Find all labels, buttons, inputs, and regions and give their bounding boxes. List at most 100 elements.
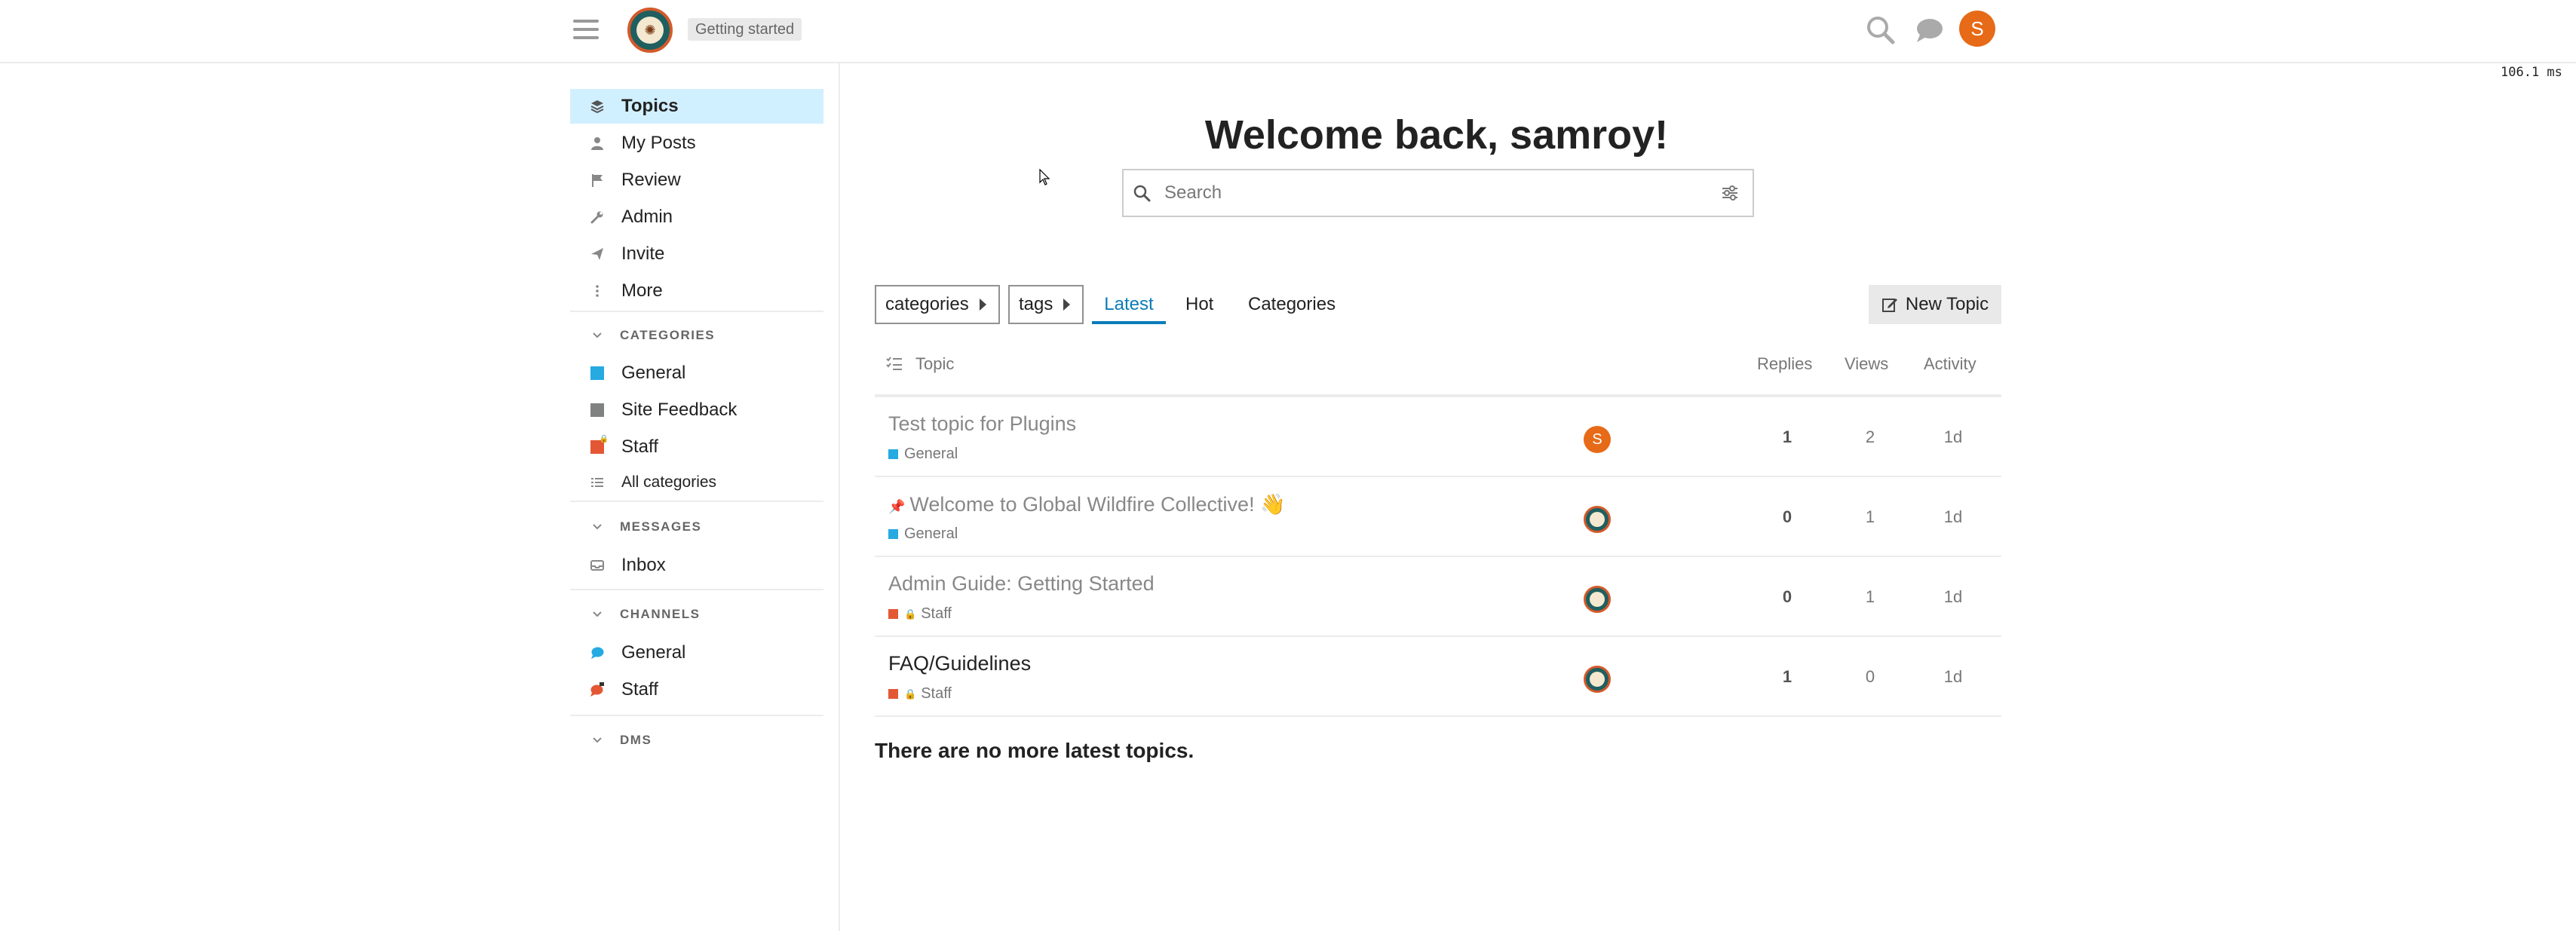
sidebar-item-label: All categories xyxy=(621,473,717,491)
topic-views-count: 1 xyxy=(1865,507,1875,526)
search-input[interactable] xyxy=(1164,182,1719,204)
tab-categories[interactable]: Categories xyxy=(1248,286,1336,324)
caret-right-icon xyxy=(979,299,986,311)
sidebar-item-my-posts[interactable]: My Posts xyxy=(570,126,823,161)
sidebar-divider xyxy=(570,311,823,312)
poster-avatar[interactable] xyxy=(1584,586,1611,613)
sidebar-item-invite[interactable]: Invite xyxy=(570,237,823,271)
sidebar-item-channel-general[interactable]: General xyxy=(570,635,823,670)
sidebar-item-admin[interactable]: Admin xyxy=(570,200,823,234)
topic-activity-time[interactable]: 1d xyxy=(1938,427,1968,447)
topic-views-count: 2 xyxy=(1865,427,1875,446)
topic-title-text: Welcome to Global Wildfire Collective! 👋 xyxy=(909,493,1286,516)
sidebar-item-category-site-feedback[interactable]: Site Feedback xyxy=(570,393,823,427)
chat-bubble-locked-icon xyxy=(590,682,605,697)
category-square-icon xyxy=(888,689,898,699)
logo-emblem xyxy=(1590,592,1605,607)
column-header-topic: Topic xyxy=(915,354,955,373)
messages-section-header[interactable]: MESSAGES xyxy=(570,513,823,541)
chat-bubble-icon xyxy=(590,645,605,660)
bulk-select-icon[interactable] xyxy=(885,354,903,377)
inbox-icon xyxy=(590,558,605,573)
table-row: Test topic for Plugins General S 1 2 1d xyxy=(875,397,2001,477)
category-square-icon xyxy=(888,529,898,539)
column-header-replies[interactable]: Replies xyxy=(1757,354,1812,374)
topic-title-link[interactable]: 📌 Welcome to Global Wildfire Collective! … xyxy=(888,492,1286,516)
sidebar-item-category-staff[interactable]: 🔒 Staff xyxy=(570,430,823,464)
sidebar-item-label: Invite xyxy=(621,243,665,264)
sidebar-item-channel-staff[interactable]: Staff xyxy=(570,672,823,707)
topic-category-badge[interactable]: General xyxy=(888,446,958,463)
sidebar-item-review[interactable]: Review xyxy=(570,163,823,198)
column-header-activity[interactable]: Activity xyxy=(1924,354,1976,374)
search-icon[interactable] xyxy=(1864,14,1897,47)
section-label: CATEGORIES xyxy=(620,328,716,342)
logo-emblem: ✺ xyxy=(636,17,664,44)
hamburger-icon[interactable] xyxy=(573,17,599,42)
welcome-heading: Welcome back, samroy! xyxy=(1204,112,1669,158)
topic-replies-count: 0 xyxy=(1782,507,1792,526)
new-topic-label: New Topic xyxy=(1905,294,1989,314)
category-square-icon xyxy=(888,449,898,459)
topic-category-badge[interactable]: General xyxy=(888,525,958,543)
tab-hot[interactable]: Hot xyxy=(1185,286,1213,324)
flag-icon xyxy=(590,173,605,188)
no-more-topics-message: There are no more latest topics. xyxy=(875,739,1194,762)
list-icon xyxy=(590,475,605,490)
sidebar-divider xyxy=(570,501,823,502)
category-square-icon xyxy=(590,403,605,418)
new-topic-button[interactable]: New Topic xyxy=(1869,285,2001,324)
site-logo[interactable]: ✺ xyxy=(627,8,673,53)
poster-avatar[interactable] xyxy=(1584,506,1611,533)
sidebar-item-all-categories[interactable]: All categories xyxy=(570,465,823,500)
paper-plane-icon xyxy=(590,247,605,262)
topic-title-link[interactable]: Test topic for Plugins xyxy=(888,412,1076,436)
search-box[interactable] xyxy=(1122,169,1754,217)
categories-filter-label: categories xyxy=(885,294,969,314)
topic-views-count: 0 xyxy=(1865,667,1875,686)
topics-icon xyxy=(590,99,605,114)
sidebar: Topics My Posts Review Admin Invite More… xyxy=(570,63,840,931)
table-row: 📌 Welcome to Global Wildfire Collective! … xyxy=(875,477,2001,557)
user-avatar[interactable]: S xyxy=(1959,11,1995,47)
sliders-icon[interactable] xyxy=(1719,182,1740,204)
poster-avatar[interactable]: S xyxy=(1584,426,1611,453)
sidebar-item-label: Site Feedback xyxy=(621,400,738,420)
categories-filter-dropdown[interactable]: categories xyxy=(875,285,1000,324)
sidebar-item-label: Topics xyxy=(621,96,679,116)
getting-started-badge[interactable]: Getting started xyxy=(688,18,802,41)
sidebar-item-category-general[interactable]: General xyxy=(570,356,823,390)
logo-emblem xyxy=(1590,512,1605,527)
sidebar-item-label: My Posts xyxy=(621,133,696,153)
category-square-icon xyxy=(590,366,605,381)
topic-title-link[interactable]: FAQ/Guidelines xyxy=(888,652,1031,675)
chevron-down-icon xyxy=(593,524,602,530)
topic-activity-time[interactable]: 1d xyxy=(1938,587,1968,607)
sidebar-item-topics[interactable]: Topics xyxy=(570,89,823,124)
sidebar-item-more[interactable]: More xyxy=(570,274,823,308)
poster-avatar[interactable] xyxy=(1584,666,1611,693)
column-header-views[interactable]: Views xyxy=(1845,354,1888,374)
pin-icon: 📌 xyxy=(888,499,906,514)
categories-section-header[interactable]: CATEGORIES xyxy=(570,322,823,349)
tab-latest[interactable]: Latest xyxy=(1092,286,1166,324)
tags-filter-dropdown[interactable]: tags xyxy=(1008,285,1084,324)
topic-category-badge[interactable]: 🔒 Staff xyxy=(888,685,952,703)
sidebar-item-label: More xyxy=(621,280,663,301)
tags-filter-label: tags xyxy=(1019,294,1053,314)
topic-title-link[interactable]: Admin Guide: Getting Started xyxy=(888,572,1155,596)
sidebar-item-label: Inbox xyxy=(621,555,666,575)
topic-category-label: Staff xyxy=(921,685,952,702)
topic-category-badge[interactable]: 🔒 Staff xyxy=(888,605,952,623)
topic-replies-count: 1 xyxy=(1782,667,1792,686)
topic-activity-time[interactable]: 1d xyxy=(1938,507,1968,527)
dms-section-header[interactable]: DMS xyxy=(570,727,823,754)
sidebar-item-label: General xyxy=(621,363,686,383)
channels-section-header[interactable]: CHANNELS xyxy=(570,601,823,628)
ellipsis-vertical-icon xyxy=(590,283,605,299)
topic-activity-time[interactable]: 1d xyxy=(1938,667,1968,687)
sidebar-item-inbox[interactable]: Inbox xyxy=(570,548,823,583)
chat-icon[interactable] xyxy=(1912,14,1946,47)
sidebar-item-label: General xyxy=(621,642,686,663)
topic-category-label: Staff xyxy=(921,605,952,622)
